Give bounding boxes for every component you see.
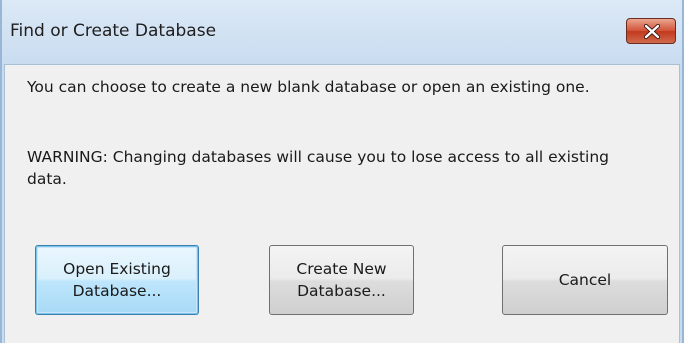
dialog-window: Find or Create Database You can choose t… bbox=[0, 0, 684, 343]
create-new-database-label: Create New Database... bbox=[296, 260, 387, 300]
window-title: Find or Create Database bbox=[10, 21, 217, 41]
create-new-database-button[interactable]: Create New Database... bbox=[269, 245, 414, 315]
cancel-label: Cancel bbox=[558, 271, 612, 289]
open-existing-database-label: Open Existing Database... bbox=[63, 260, 171, 300]
info-message: You can choose to create a new blank dat… bbox=[27, 78, 590, 96]
title-bar[interactable]: Find or Create Database bbox=[2, 0, 682, 64]
close-button[interactable] bbox=[626, 18, 676, 44]
cancel-button[interactable]: Cancel bbox=[502, 245, 668, 315]
close-icon bbox=[643, 24, 661, 39]
open-existing-database-button[interactable]: Open Existing Database... bbox=[35, 245, 199, 315]
dialog-content: You can choose to create a new blank dat… bbox=[4, 64, 680, 343]
warning-message: WARNING: Changing databases will cause y… bbox=[27, 148, 610, 188]
